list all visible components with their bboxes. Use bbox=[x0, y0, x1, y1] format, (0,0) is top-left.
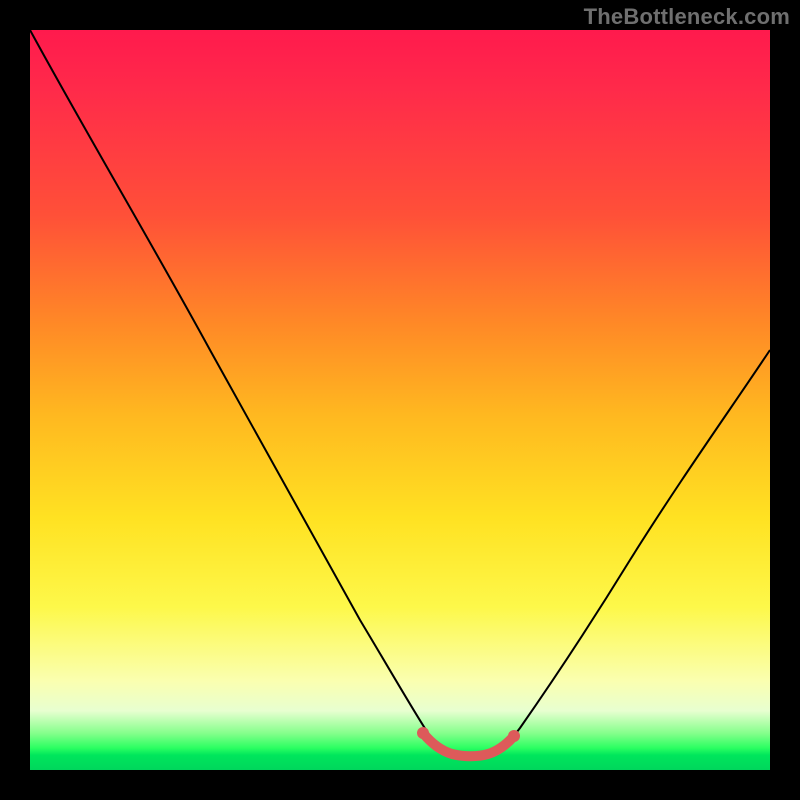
bottleneck-curve-svg bbox=[30, 30, 770, 770]
bottleneck-curve-path bbox=[30, 30, 770, 758]
watermark-text: TheBottleneck.com bbox=[584, 4, 790, 30]
chart-plot-area bbox=[30, 30, 770, 770]
valley-left-dot-icon bbox=[417, 727, 429, 739]
valley-highlight-path bbox=[423, 733, 514, 756]
valley-right-dot-icon bbox=[508, 730, 520, 742]
outer-frame: TheBottleneck.com bbox=[0, 0, 800, 800]
